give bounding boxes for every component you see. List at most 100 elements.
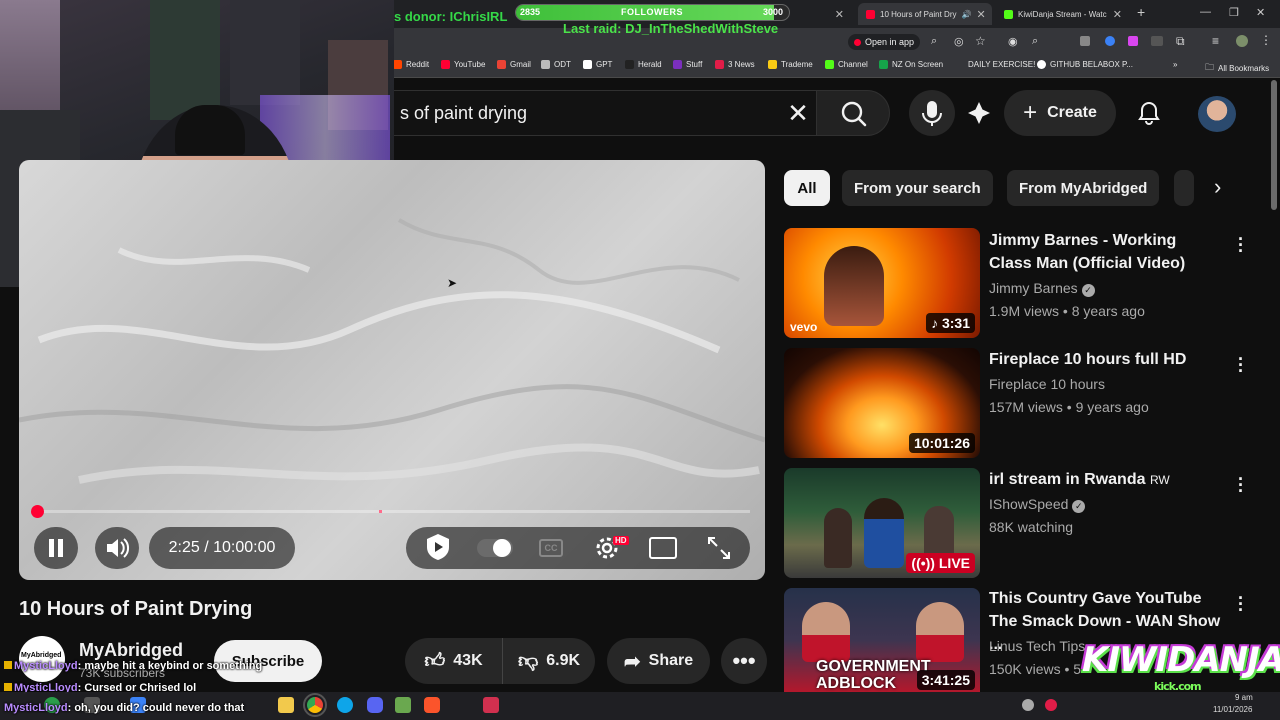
tab-paint-drying[interactable]: 10 Hours of Paint Dry 🔊 ✕ [858, 3, 992, 25]
rec-thumbnail[interactable]: ((•)) LIVE [784, 468, 980, 578]
kick-favicon-icon [1004, 9, 1013, 19]
chip-from-your-search[interactable]: From your search [842, 170, 993, 206]
taskbar-app-icon[interactable] [395, 697, 411, 713]
like-button[interactable]: 👍︎ 43K [405, 638, 502, 684]
bookmark-daily-exercise[interactable]: DAILY EXERCISE! [968, 60, 1035, 69]
bookmark-star-icon[interactable]: ☆ [975, 34, 986, 48]
rec-channel[interactable]: Jimmy Barnes ✓ [989, 280, 1095, 297]
discord-icon[interactable] [367, 697, 383, 713]
chat-message: MysticLloyd: oh, you did? could never do… [4, 702, 244, 714]
close-icon[interactable]: ✕ [1113, 8, 1122, 21]
tab-partial[interactable]: ✕ [800, 3, 852, 25]
tab-kiwidanja[interactable]: KiwiDanja Stream - Watc ✕ [996, 3, 1130, 25]
rec-menu-icon[interactable]: · · · [1236, 230, 1246, 260]
bookmark-gmail[interactable]: Gmail [497, 60, 531, 69]
notifications-bell-icon[interactable] [1136, 100, 1162, 126]
voice-search-button[interactable] [909, 90, 955, 136]
extension-icon[interactable] [1128, 36, 1138, 46]
bookmark-nz-on-screen[interactable]: NZ On Screen [879, 60, 943, 69]
chrome-icon[interactable] [303, 693, 327, 717]
rec-title[interactable]: irl stream in Rwanda RW [989, 468, 1221, 492]
extension-icon[interactable] [1105, 36, 1115, 46]
search-icon[interactable]: ⌕ [1032, 35, 1038, 48]
bookmark-stuff[interactable]: Stuff [673, 60, 702, 69]
chip-from-myabridged[interactable]: From MyAbridged [1007, 170, 1160, 206]
bookmark-odt[interactable]: ODT [541, 60, 571, 69]
rec-thumbnail[interactable]: 10:01:26 [784, 348, 980, 458]
shield-play-icon[interactable] [423, 532, 453, 562]
rec-title[interactable]: Fireplace 10 hours full HD [989, 348, 1221, 371]
create-button[interactable]: + Create [1004, 90, 1116, 136]
all-bookmarks-button[interactable]: 🗀 All Bookmarks [1205, 60, 1269, 76]
video-progress-bar[interactable] [31, 505, 750, 518]
extension-icon[interactable]: ◉ [1008, 35, 1018, 48]
minimize-button[interactable]: — [1200, 6, 1211, 18]
close-window-button[interactable]: ✕ [1256, 6, 1265, 19]
channel-avatar[interactable]: MyAbridged [19, 636, 65, 682]
bookmark-youtube[interactable]: YouTube [441, 60, 485, 69]
tray-icon[interactable] [1022, 699, 1034, 711]
profile-avatar[interactable] [1236, 35, 1248, 47]
channel-name[interactable]: MyAbridged [79, 640, 183, 661]
bookmark-label: Stuff [686, 60, 703, 69]
ai-assistant-icon[interactable] [964, 99, 994, 127]
clear-search-icon[interactable]: ✕ [785, 99, 811, 127]
account-avatar[interactable] [1198, 96, 1236, 132]
rec-channel[interactable]: Linus Tech Tips [989, 638, 1085, 654]
rec-channel[interactable]: IShowSpeed ✓ [989, 496, 1086, 513]
dislike-button[interactable]: 👎︎ 6.9K [502, 638, 595, 684]
search-query-text[interactable]: s of paint drying [400, 103, 527, 124]
brave-icon[interactable] [424, 697, 440, 713]
media-icon[interactable]: ≡ [1212, 34, 1219, 48]
chip-partial[interactable] [1174, 170, 1194, 206]
speaker-icon[interactable]: 🔊 [961, 10, 971, 19]
search-button[interactable] [816, 90, 890, 136]
bookmark-3news[interactable]: 3 News [715, 60, 755, 69]
bookmark-gpt[interactable]: GPT [583, 60, 612, 69]
scrubber-handle[interactable] [31, 505, 45, 518]
captions-icon[interactable]: CC [539, 539, 563, 557]
zoom-icon[interactable]: ⌕ [931, 35, 937, 48]
close-icon[interactable]: ✕ [976, 8, 985, 21]
chat-badge-icon [4, 683, 12, 691]
share-button[interactable]: ➦ Share [607, 638, 710, 684]
rec-channel[interactable]: Fireplace 10 hours [989, 376, 1105, 392]
fullscreen-icon[interactable] [705, 534, 733, 562]
extension-icon[interactable] [1080, 36, 1090, 46]
bookmark-reddit[interactable]: Reddit [393, 60, 429, 69]
video-player[interactable] [19, 160, 765, 580]
bookmark-github-belabox[interactable]: GITHUB BELABOX P... [1037, 60, 1133, 69]
theater-mode-icon[interactable] [649, 537, 677, 559]
extension-icon[interactable] [1151, 36, 1163, 46]
open-in-app-button[interactable]: Open in app [848, 34, 921, 50]
file-explorer-icon[interactable] [278, 697, 294, 713]
edge-icon[interactable] [337, 697, 353, 713]
bookmark-herald[interactable]: Herald [625, 60, 662, 69]
extensions-puzzle-icon[interactable]: ⧉ [1176, 34, 1185, 49]
autoplay-toggle[interactable] [477, 539, 513, 557]
menu-kebab-icon[interactable]: ⋮ [1260, 33, 1272, 47]
rec-menu-icon[interactable]: · · · [1236, 589, 1246, 619]
bookmarks-overflow-icon[interactable]: » [1173, 60, 1177, 69]
more-actions-button[interactable]: ••• [721, 638, 767, 684]
chip-all[interactable]: All [784, 170, 830, 206]
rec-menu-icon[interactable]: · · · [1236, 470, 1246, 500]
bookmark-trademe[interactable]: Trademe [768, 60, 813, 69]
pause-button[interactable] [34, 527, 78, 569]
maximize-button[interactable]: ❐ [1229, 6, 1239, 19]
rec-thumbnail[interactable]: GOVERNMENT ADBLOCK 3:41:25 [784, 588, 980, 692]
volume-button[interactable] [95, 527, 139, 569]
rec-menu-icon[interactable]: · · · [1236, 350, 1246, 380]
new-tab-button[interactable]: + [1137, 4, 1145, 20]
taskbar-app-icon[interactable] [483, 697, 499, 713]
reddit-icon [393, 60, 402, 69]
rec-title[interactable]: Jimmy Barnes - Working Class Man (Offici… [989, 229, 1221, 275]
bookmark-channel[interactable]: Channel [825, 60, 868, 69]
tray-icon[interactable] [1045, 699, 1057, 711]
close-icon[interactable]: ✕ [835, 8, 844, 21]
rec-thumbnail[interactable]: vevo ♪ 3:31 [784, 228, 980, 338]
chevron-right-icon[interactable]: › [1214, 174, 1221, 200]
bookmark-label: Gmail [510, 60, 531, 69]
eye-off-icon[interactable]: ◎ [954, 35, 964, 48]
scrollbar-thumb[interactable] [1271, 80, 1277, 210]
